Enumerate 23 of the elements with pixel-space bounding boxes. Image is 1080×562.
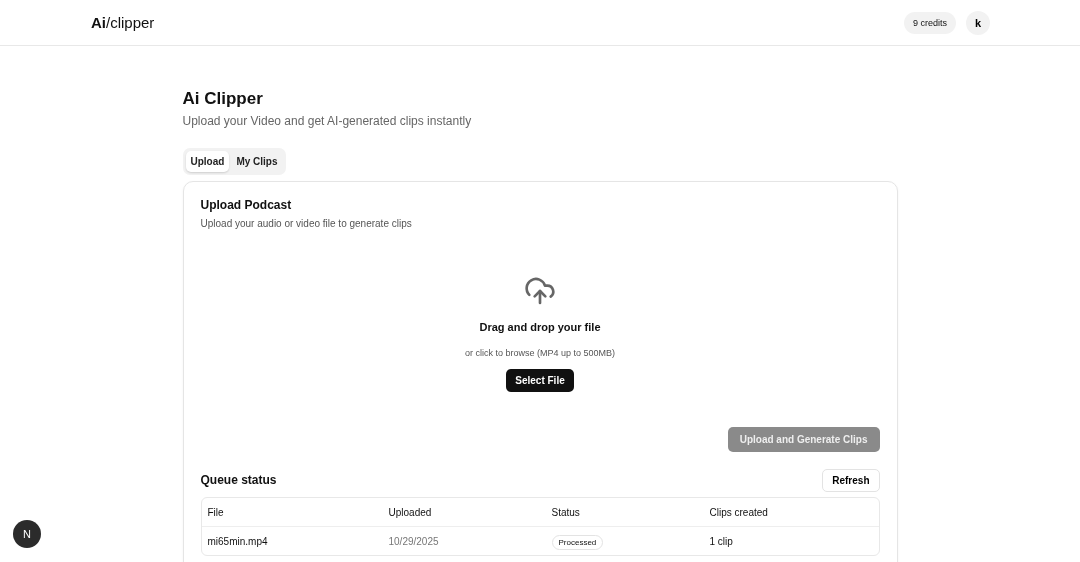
cloud-upload-icon — [523, 275, 557, 307]
table-cell-text: 10/29/2025 — [388, 535, 440, 547]
table-cell-text: mi65min.mp4 — [207, 535, 269, 547]
table-cell-text: 1 clip — [709, 535, 734, 547]
tab[interactable]: My Clips — [231, 151, 283, 172]
credits-badge: 9 credits — [904, 11, 956, 34]
drop-hint: or click to browse (MP4 up to 500MB) — [464, 348, 616, 358]
column-header: File — [207, 506, 225, 518]
column-header: Status — [551, 506, 581, 518]
select-file-button[interactable]: Select File — [506, 369, 574, 392]
queue-title: Queue status — [200, 473, 277, 487]
dev-indicator-button[interactable]: N — [13, 520, 41, 548]
card-description: Upload your audio or video file to generate clips — [200, 218, 413, 229]
refresh-button[interactable]: Refresh — [822, 469, 880, 492]
column-header: Uploaded — [388, 506, 433, 518]
logo[interactable]: Ai/clipper — [91, 14, 155, 31]
avatar-button[interactable]: k — [966, 10, 990, 35]
drop-title: Drag and drop your file — [479, 321, 601, 333]
page-subtitle: Upload your Video and get AI-generated clips instantly — [182, 114, 473, 128]
tab[interactable]: Upload — [185, 151, 230, 172]
page-title: Ai Clipper — [182, 89, 264, 109]
column-header: Clips created — [709, 506, 769, 518]
card-title: Upload Podcast — [200, 198, 293, 212]
